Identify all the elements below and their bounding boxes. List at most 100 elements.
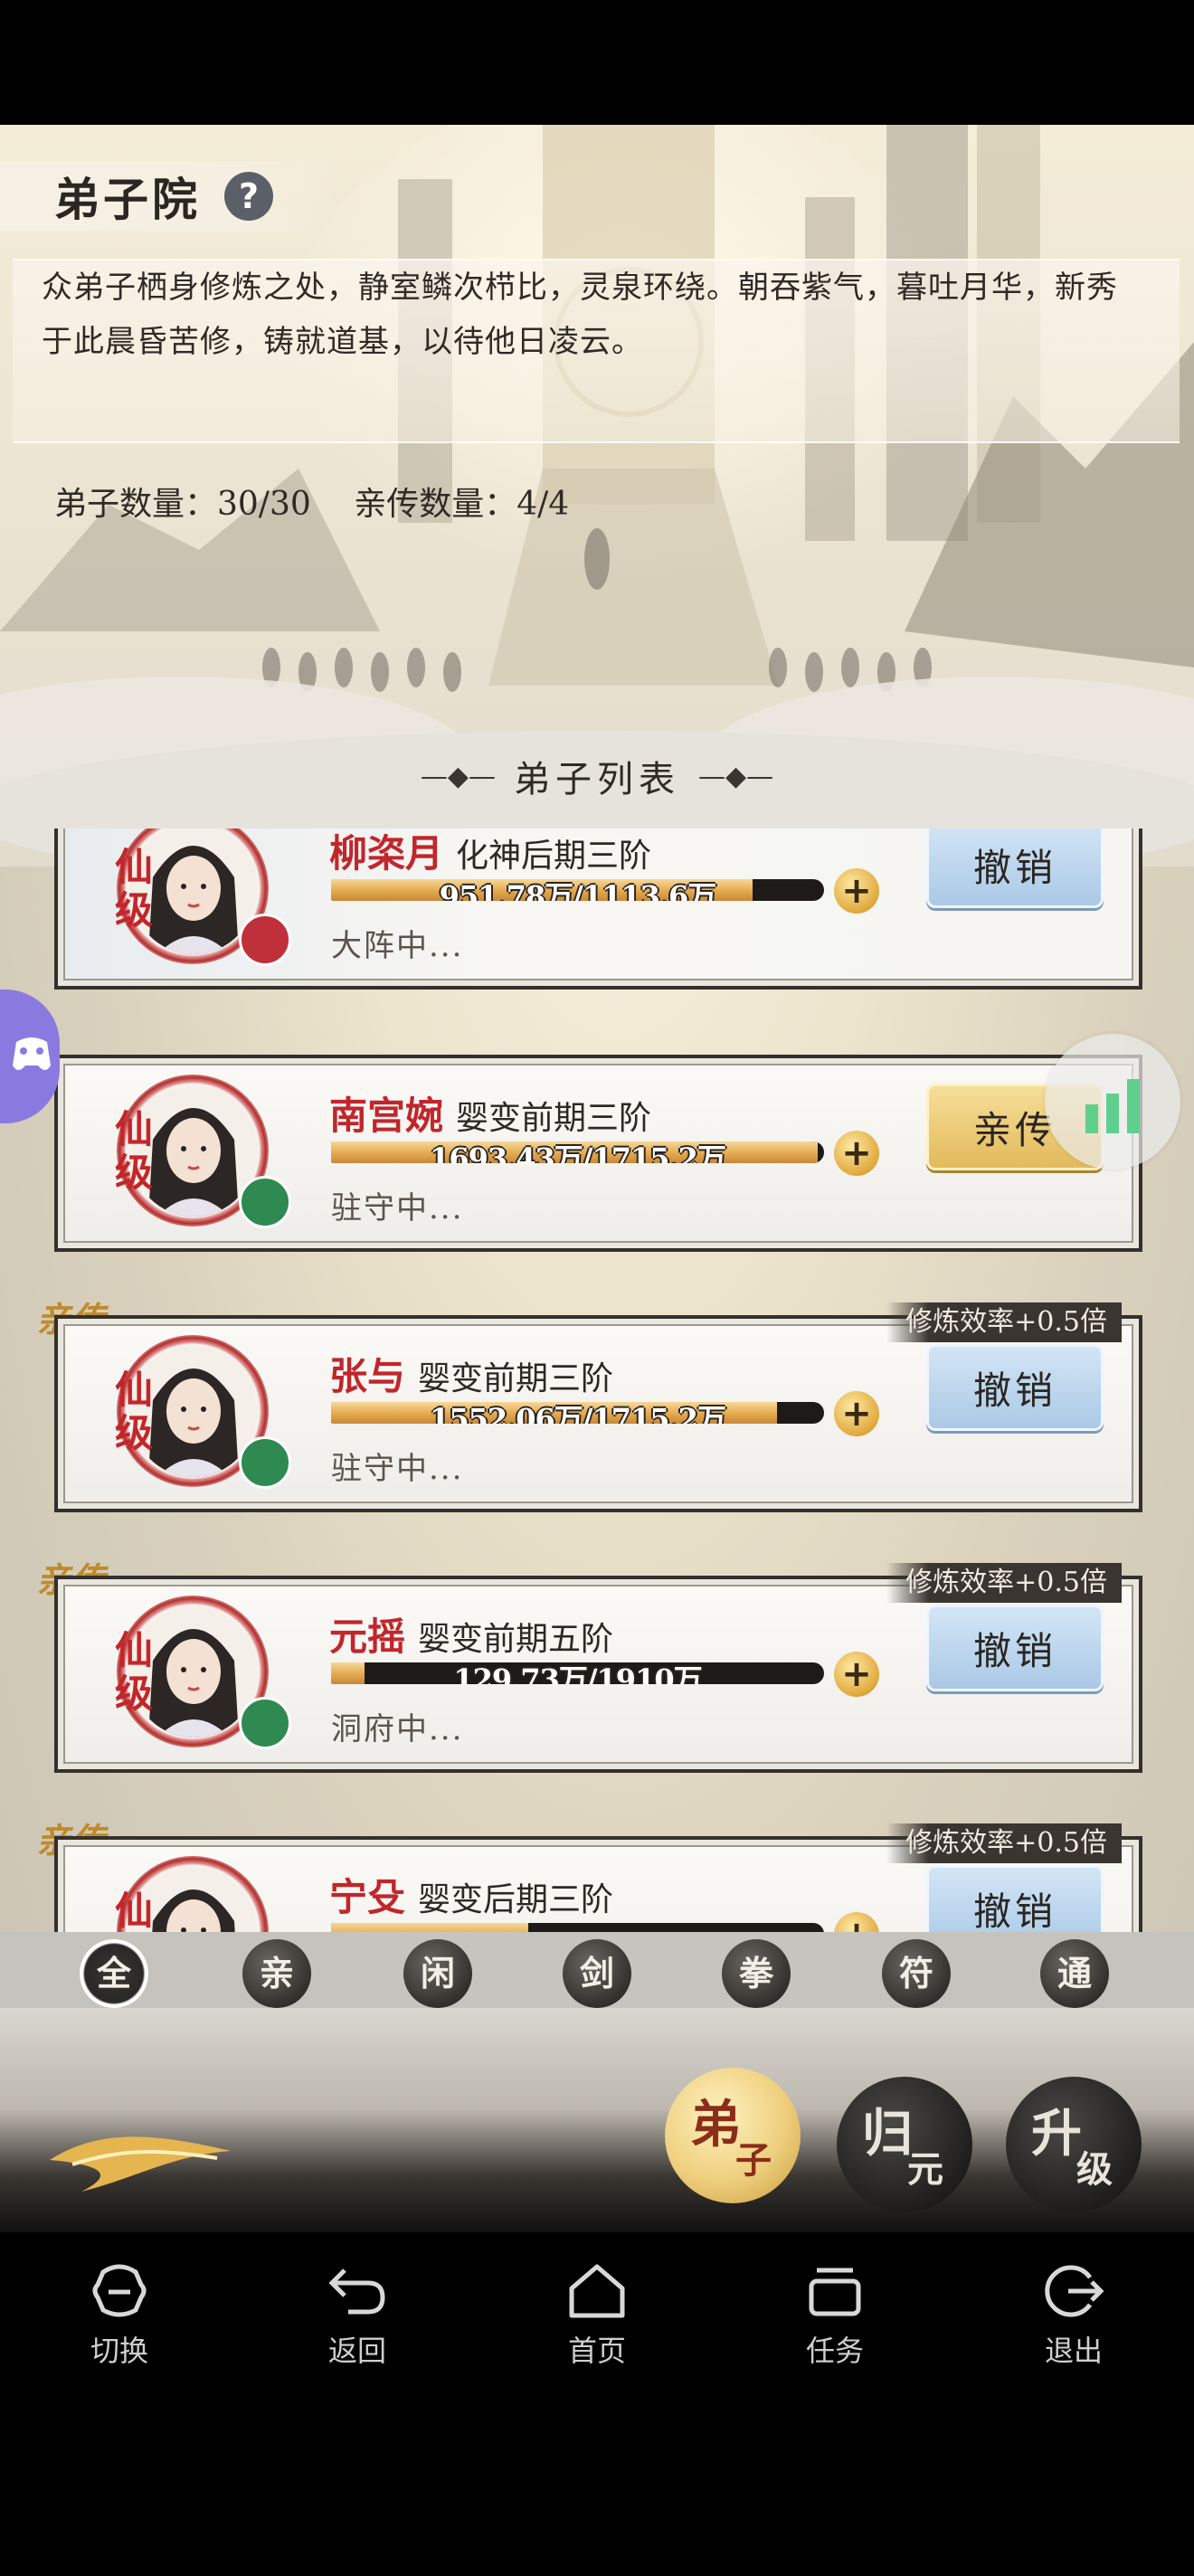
disciple-name-row: 宁殳 婴变后期三阶 (329, 1867, 613, 1922)
add-exp-button[interactable]: + (834, 1912, 879, 1932)
filter-bar: 全亲闲剑拳符通 (0, 1932, 1194, 2008)
add-exp-button[interactable]: + (834, 868, 879, 914)
progress-text: 1552.06万/1715.2万 (430, 1402, 726, 1424)
list-header: —◆— 弟子列表 —◆— (0, 749, 1194, 803)
help-button[interactable]: ? (224, 172, 273, 221)
nav-item-tasks[interactable]: 任务 (763, 2259, 907, 2386)
grade-label: 仙级 (114, 1368, 153, 1455)
disciple-count: 弟子数量：30/30 (54, 486, 311, 523)
disciple-tab-char2: 子 (735, 2139, 772, 2182)
disciple-card[interactable]: 亲传仙级元摇婴变前期五阶129.73万/1910万+洞府中...撤销修炼效率+0… (36, 1559, 1158, 1775)
filter-button[interactable]: 拳 (722, 1939, 791, 2008)
disciple-card[interactable]: 亲传仙级宁殳婴变后期三阶+撤销修炼效率+0.5倍 (36, 1820, 1158, 1933)
filter-button[interactable]: 闲 (403, 1939, 472, 2008)
guiyuan-char2: 元 (907, 2148, 943, 2191)
guiyuan-char1: 归 (862, 2104, 913, 2164)
tasks-icon (799, 2259, 871, 2323)
progress-text: 129.73万/1910万 (453, 1662, 702, 1684)
grade-label: 仙级 (114, 1628, 153, 1716)
upgrade-button[interactable]: 升 级 (1006, 2077, 1142, 2212)
bar-chart-icon (1085, 1079, 1140, 1133)
progress-fill (331, 1923, 528, 1932)
title-plate: 弟子院 ? (0, 161, 335, 232)
disciple-card-body: 仙级 元摇 婴变前期五阶 129.73万/1910万 + 洞府中... 撤销 (54, 1576, 1142, 1773)
disciple-status: 大阵中... (331, 928, 464, 964)
disciple-name: 元摇 (329, 1615, 406, 1659)
element-badge-icon (239, 1176, 291, 1228)
list-header-title: 弟子列表 (514, 759, 680, 800)
progress-text: 1693.43万/1715.2万 (430, 1141, 726, 1163)
disciple-name-row: 元摇 婴变前期五阶 (329, 1606, 613, 1662)
cultivation-bonus-badge: 修炼效率+0.5倍 (886, 1823, 1122, 1863)
game-screen: 弟子院 ? 众弟子栖身修炼之处，静室鳞次栉比，灵泉环绕。朝吞紫气，暮吐月华，新秀… (0, 125, 1194, 2232)
filter-button[interactable]: 亲 (242, 1939, 311, 2008)
ornament-right-icon: —◆— (698, 760, 774, 792)
nav-label: 首页 (567, 2334, 626, 2368)
disciple-status: 洞府中... (331, 1711, 464, 1747)
filter-button[interactable]: 剑 (563, 1939, 631, 2008)
disciple-card[interactable]: 仙级 南宫婉 婴变前期三阶 1693.43万/1715.2万 + 驻守中... 亲传 (36, 1055, 1158, 1254)
stats-row: 弟子数量：30/30 亲传数量：4/4 (54, 478, 602, 525)
filter-button[interactable]: 符 (882, 1939, 951, 2008)
disciple-list[interactable]: 仙级 柳栥月 化神后期三阶 951.78万/1113.6万 + 大阵中... 撤销 仙级 南宫婉… (0, 829, 1194, 1932)
nav-item-exit[interactable]: 退出 (1001, 2259, 1146, 2386)
nav-item-back[interactable]: 返回 (285, 2259, 430, 2386)
disciple-realm: 婴变前期三阶 (418, 1360, 614, 1397)
disciple-card[interactable]: 亲传仙级张与婴变前期三阶1552.06万/1715.2万+驻守中...撤销修炼效… (36, 1299, 1158, 1514)
performance-widget[interactable] (1045, 1034, 1180, 1170)
filter-button[interactable]: 全 (80, 1939, 148, 2008)
revoke-button[interactable]: 撤销 (926, 1605, 1104, 1691)
disciple-name-row: 张与 婴变前期三阶 (329, 1346, 613, 1401)
nav-label: 退出 (1044, 2334, 1103, 2368)
disciple-name: 张与 (329, 1354, 406, 1398)
grade-label: 仙级 (114, 845, 153, 933)
grade-label: 仙级 (114, 1107, 153, 1195)
add-exp-button[interactable]: + (834, 1391, 879, 1436)
disciple-name: 柳栥月 (329, 831, 444, 876)
disciple-realm: 婴变前期三阶 (456, 1100, 652, 1137)
system-nav-bar: 切换 返回 首页 任务 退出 (0, 2232, 1194, 2413)
nav-label: 任务 (805, 2334, 864, 2368)
disciple-card-body: 仙级 柳栥月 化神后期三阶 951.78万/1113.6万 + 大阵中... 撤销 (54, 829, 1142, 990)
disciple-name: 南宫婉 (329, 1094, 444, 1138)
nav-label: 返回 (327, 2334, 386, 2368)
add-exp-button[interactable]: + (834, 1652, 879, 1697)
disciple-realm: 婴变后期三阶 (418, 1881, 614, 1918)
grade-label: 仙级 (114, 1889, 153, 1933)
switch-icon (83, 2259, 156, 2323)
filter-button[interactable]: 通 (1040, 1939, 1109, 2008)
cultivation-progress-bar: 129.73万/1910万 (331, 1662, 824, 1684)
disciple-name-row: 南宫婉 婴变前期三阶 (329, 1085, 651, 1141)
cultivation-progress-bar: 1693.43万/1715.2万 (331, 1141, 824, 1163)
description-text: 众弟子栖身修炼之处，静室鳞次栉比，灵泉环绕。朝吞紫气，暮吐月华，新秀于此晨昏苦修… (42, 270, 1118, 360)
disciple-name-row: 柳栥月 化神后期三阶 (329, 829, 651, 878)
add-exp-button[interactable]: + (834, 1131, 879, 1176)
element-badge-icon (239, 1436, 291, 1489)
cultivation-progress-bar: 1552.06万/1715.2万 (331, 1402, 824, 1424)
disciple-card[interactable]: 仙级 柳栥月 化神后期三阶 951.78万/1113.6万 + 大阵中... 撤销 (36, 829, 1158, 991)
cultivation-progress-bar (331, 1923, 824, 1932)
disciple-realm: 化神后期三阶 (456, 838, 652, 875)
revoke-button[interactable]: 撤销 (926, 1344, 1104, 1431)
disciple-status: 驻守中... (331, 1190, 464, 1226)
cultivation-bonus-badge: 修炼效率+0.5倍 (886, 1302, 1122, 1342)
guiyuan-button[interactable]: 归 元 (837, 2077, 972, 2212)
element-badge-icon (239, 1697, 291, 1749)
nav-item-switch[interactable]: 切换 (47, 2259, 192, 2386)
cultivation-progress-bar: 951.78万/1113.6万 (331, 879, 824, 901)
progress-text: 951.78万/1113.6万 (439, 879, 717, 901)
back-icon (321, 2259, 393, 2323)
home-icon (561, 2259, 633, 2323)
nav-item-home[interactable]: 首页 (525, 2259, 669, 2386)
inner-disciple-count: 亲传数量：4/4 (354, 486, 570, 523)
upgrade-char2: 级 (1076, 2148, 1113, 2191)
nav-label: 切换 (90, 2334, 148, 2368)
revoke-button[interactable]: 撤销 (926, 829, 1104, 908)
disciple-realm: 婴变前期五阶 (418, 1621, 614, 1658)
gamepad-icon (13, 1037, 51, 1070)
gold-brush-icon (50, 2136, 231, 2192)
ornament-left-icon: —◆— (420, 760, 496, 792)
disciple-tab-button[interactable]: 弟 子 (665, 2068, 801, 2203)
disciple-name: 宁殳 (329, 1875, 406, 1919)
revoke-button[interactable]: 撤销 (926, 1865, 1104, 1932)
